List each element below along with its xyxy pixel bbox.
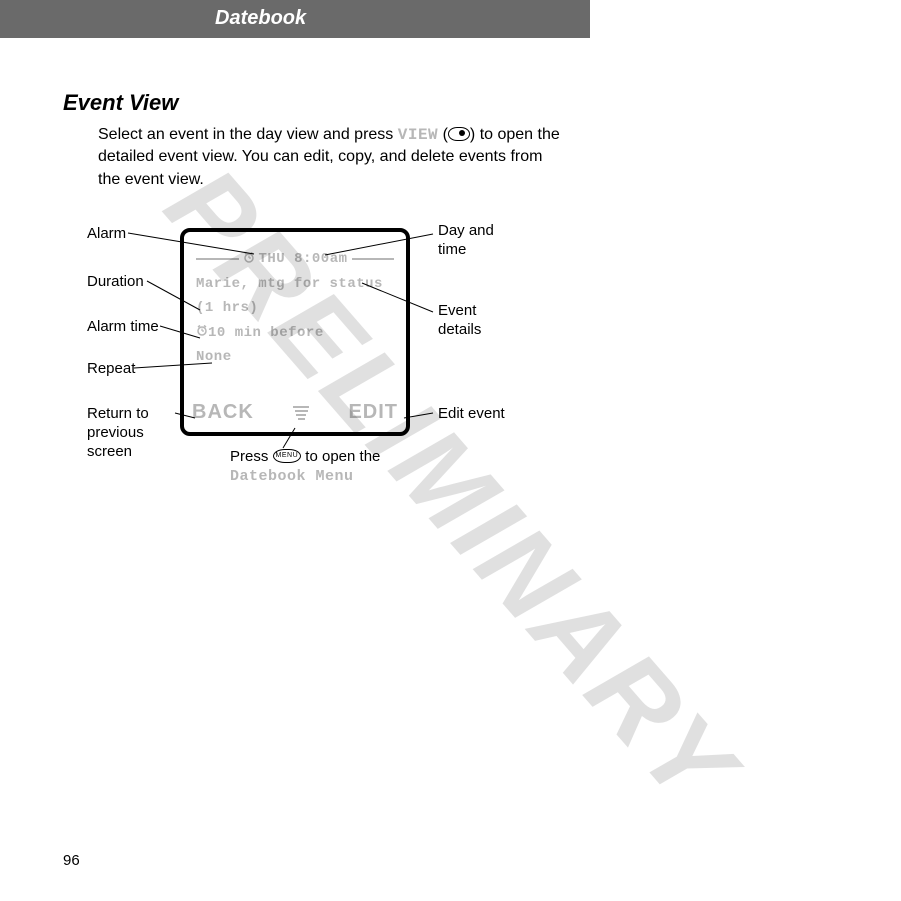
screen-alarm-time-row: 10 min before [196,324,394,341]
view-keyword: VIEW [398,126,438,144]
annotation-day-time: Day and time [438,222,518,260]
annotation-menu-mid: to open the [301,448,380,465]
phone-screen: THU 8:00am Marie, mtg for status (1 hrs)… [180,228,410,436]
datebook-menu-keyword: Datebook Menu [230,468,354,485]
annotation-repeat: Repeat [87,360,135,379]
screen-duration: (1 hrs) [196,300,394,316]
annotation-menu-pre: Press [230,448,273,465]
softkey-edit[interactable]: EDIT [348,401,398,424]
intro-paragraph: Select an event in the day view and pres… [98,124,568,191]
annotation-edit: Edit event [438,405,518,424]
annotation-duration: Duration [87,273,144,292]
alarm-icon [196,324,208,341]
section-heading: Event View [63,90,178,116]
screen-title-row: THU 8:00am [196,250,394,268]
screen-day-time: THU 8:00am [259,251,348,267]
softkey-row: BACK EDIT [192,401,398,424]
annotation-alarm-time: Alarm time [87,318,159,337]
annotation-details: Event details [438,302,518,340]
annotation-return: Return to previous screen [87,405,177,461]
softkey-back[interactable]: BACK [192,401,254,424]
page-number: 96 [63,852,80,869]
screen-repeat: None [196,349,394,365]
annotation-menu: Press MENU to open the Datebook Menu [230,448,430,487]
softkey-pill-icon [448,127,470,141]
intro-text-pre: Select an event in the day view and pres… [98,126,398,143]
alarm-icon [243,250,255,268]
menu-icon[interactable] [292,406,310,420]
chapter-title: Datebook [215,7,306,30]
annotation-alarm: Alarm [87,225,126,244]
screen-event-details: Marie, mtg for status [196,276,394,292]
screen-alarm-time: 10 min before [208,325,324,341]
chapter-header: Datebook [0,0,590,38]
menu-key-icon: MENU [273,449,302,463]
